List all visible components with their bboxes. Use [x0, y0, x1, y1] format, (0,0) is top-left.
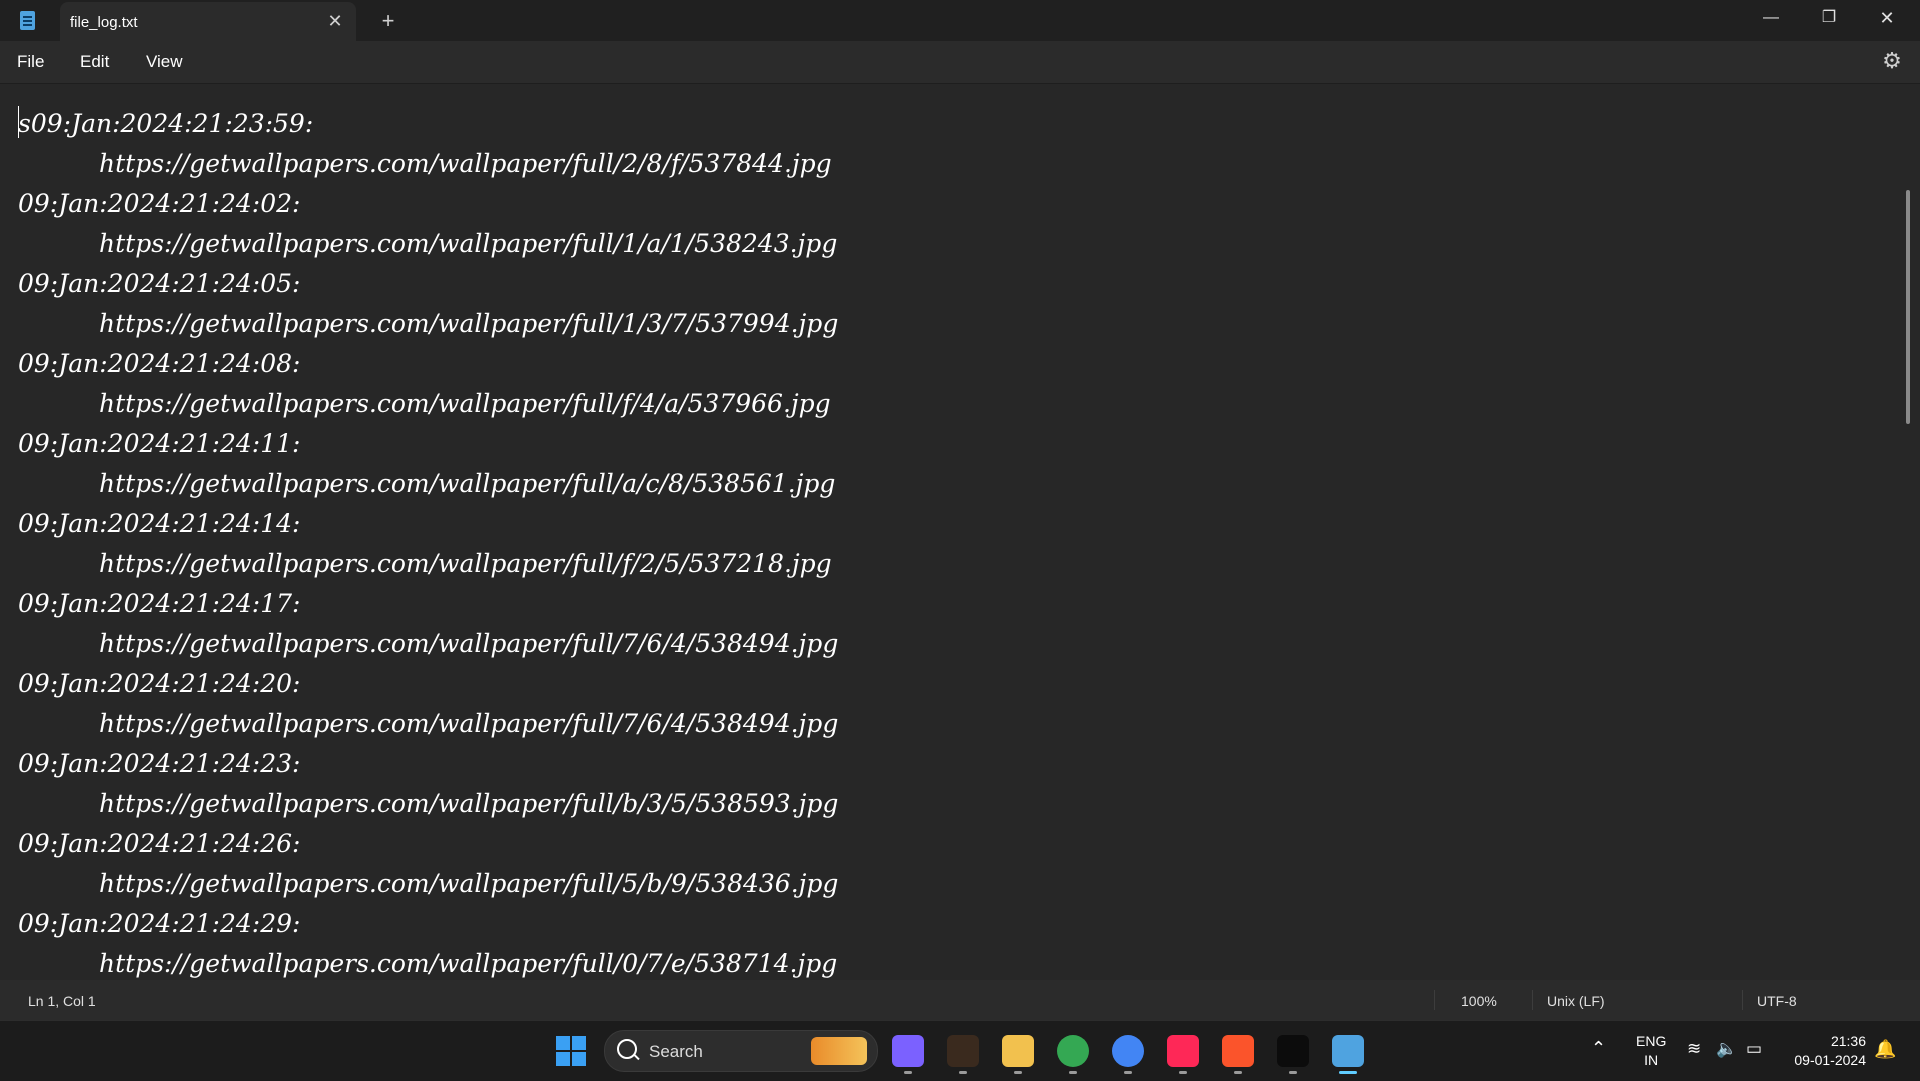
- brave-icon[interactable]: [1222, 1035, 1254, 1067]
- status-bar: Ln 1, Col 1 100% Unix (LF) UTF-8: [0, 980, 1920, 1020]
- running-app-indicator: [1069, 1071, 1077, 1074]
- terminal-icon[interactable]: [1277, 1035, 1309, 1067]
- log-url-line: https://getwallpapers.com/wallpaper/full…: [99, 949, 838, 978]
- log-url-line: https://getwallpapers.com/wallpaper/full…: [99, 389, 831, 418]
- log-url-line: https://getwallpapers.com/wallpaper/full…: [99, 549, 832, 578]
- chess-icon[interactable]: [947, 1035, 979, 1067]
- running-app-indicator: [1289, 1071, 1297, 1074]
- menu-bar: File Edit View ⚙: [0, 41, 1920, 84]
- search-icon: [617, 1039, 637, 1059]
- chrome-icon[interactable]: [1057, 1035, 1089, 1067]
- log-url-line: https://getwallpapers.com/wallpaper/full…: [99, 629, 839, 658]
- log-url-line: https://getwallpapers.com/wallpaper/full…: [99, 229, 838, 258]
- file-explorer-icon[interactable]: [1002, 1035, 1034, 1067]
- text-editor[interactable]: s09:Jan:2024:21:23:59: https://getwallpap…: [0, 84, 1920, 980]
- tab-file-log[interactable]: file_log.txt ✕: [60, 2, 356, 41]
- clock[interactable]: 21:36 09-01-2024: [1782, 1032, 1866, 1070]
- log-timestamp-line: 09:Jan:2024:21:24:11:: [18, 429, 301, 458]
- log-timestamp-line: 09:Jan:2024:21:24:08:: [18, 349, 301, 378]
- region-code: IN: [1644, 1052, 1659, 1068]
- editor-text[interactable]: s09:Jan:2024:21:23:59: https://getwallpap…: [18, 104, 1898, 980]
- running-app-indicator: [1124, 1071, 1132, 1074]
- lang-code: ENG: [1636, 1033, 1667, 1049]
- zoom-level: 100%: [1461, 993, 1497, 1009]
- running-app-indicator: [1179, 1071, 1187, 1074]
- search-highlight-image: [811, 1037, 867, 1065]
- log-url-line: https://getwallpapers.com/wallpaper/full…: [99, 709, 839, 738]
- encoding: UTF-8: [1757, 993, 1797, 1009]
- new-tab-button[interactable]: +: [375, 8, 401, 34]
- windows-start-icon[interactable]: [556, 1036, 586, 1066]
- status-divider: [1434, 990, 1435, 1010]
- wifi-icon[interactable]: ≋: [1687, 1039, 1701, 1059]
- minimize-button[interactable]: —: [1742, 0, 1800, 36]
- clock-date: 09-01-2024: [1794, 1052, 1866, 1068]
- status-divider: [1532, 990, 1533, 1010]
- close-window-button[interactable]: ✕: [1858, 0, 1916, 36]
- running-app-indicator: [1014, 1071, 1022, 1074]
- taskbar: Search ⌃ ENG IN ≋ 🔈 ▭ 21:36 09-01-2024 🔔: [0, 1020, 1920, 1081]
- log-url-line: https://getwallpapers.com/wallpaper/full…: [99, 789, 839, 818]
- log-url-line: https://getwallpapers.com/wallpaper/full…: [99, 469, 836, 498]
- notepad-icon[interactable]: [1332, 1035, 1364, 1067]
- log-timestamp-line: 09:Jan:2024:21:24:26:: [18, 829, 301, 858]
- copilot-icon[interactable]: [892, 1035, 924, 1067]
- log-url-line: https://getwallpapers.com/wallpaper/full…: [99, 149, 832, 178]
- chrome-profile-icon[interactable]: [1112, 1035, 1144, 1067]
- taskbar-search[interactable]: Search: [604, 1030, 878, 1072]
- text-caret: [18, 106, 19, 138]
- notification-bell-icon[interactable]: 🔔: [1874, 1039, 1896, 1060]
- menu-edit[interactable]: Edit: [80, 52, 109, 72]
- status-divider: [1742, 990, 1743, 1010]
- log-timestamp-line: 09:Jan:2024:21:24:14:: [18, 509, 301, 538]
- cursor-position: Ln 1, Col 1: [28, 993, 96, 1009]
- log-url-line: https://getwallpapers.com/wallpaper/full…: [99, 869, 839, 898]
- restore-button[interactable]: ❐: [1800, 0, 1858, 36]
- log-timestamp-line: 09:Jan:2024:21:24:29:: [18, 909, 301, 938]
- search-placeholder: Search: [649, 1042, 703, 1061]
- log-timestamp-line: s09:Jan:2024:21:23:59:: [18, 109, 314, 138]
- log-url-line: https://getwallpapers.com/wallpaper/full…: [99, 309, 839, 338]
- active-app-indicator: [1339, 1071, 1357, 1074]
- log-timestamp-line: 09:Jan:2024:21:24:17:: [18, 589, 301, 618]
- line-ending: Unix (LF): [1547, 993, 1605, 1009]
- notepad-icon: [20, 11, 35, 30]
- close-tab-icon[interactable]: ✕: [324, 10, 346, 32]
- battery-icon[interactable]: ▭: [1746, 1039, 1762, 1059]
- running-app-indicator: [904, 1071, 912, 1074]
- tab-title: file_log.txt: [70, 14, 138, 31]
- log-timestamp-line: 09:Jan:2024:21:24:05:: [18, 269, 301, 298]
- gear-icon[interactable]: ⚙: [1880, 49, 1904, 73]
- running-app-indicator: [959, 1071, 967, 1074]
- log-timestamp-line: 09:Jan:2024:21:24:02:: [18, 189, 301, 218]
- input-language[interactable]: ENG IN: [1636, 1032, 1666, 1070]
- log-timestamp-line: 09:Jan:2024:21:24:23:: [18, 749, 301, 778]
- intellij-icon[interactable]: [1167, 1035, 1199, 1067]
- menu-file[interactable]: File: [17, 52, 44, 72]
- clock-time: 21:36: [1830, 1033, 1866, 1049]
- running-app-indicator: [1234, 1071, 1242, 1074]
- log-timestamp-line: 09:Jan:2024:21:24:20:: [18, 669, 301, 698]
- title-bar: file_log.txt ✕ + — ❐ ✕: [0, 0, 1920, 41]
- menu-view[interactable]: View: [146, 52, 183, 72]
- vertical-scrollbar[interactable]: [1906, 190, 1910, 424]
- show-hidden-icons-chevron[interactable]: ⌃: [1591, 1038, 1606, 1059]
- volume-icon[interactable]: 🔈: [1716, 1039, 1737, 1059]
